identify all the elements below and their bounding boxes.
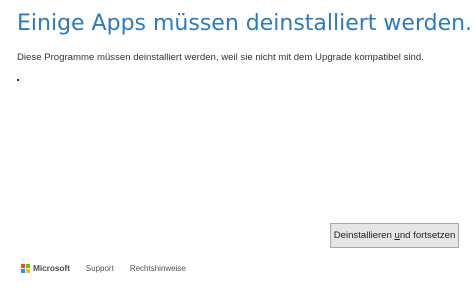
logo-square-red (21, 263, 25, 268)
bullet-icon (17, 78, 19, 81)
logo-square-yellow (26, 268, 30, 273)
legal-notices-link[interactable]: Rechtshinweise (130, 264, 186, 273)
page-title: Einige Apps müssen deinstalliert werden. (17, 11, 473, 36)
logo-square-blue (21, 268, 25, 273)
list-item (17, 72, 23, 86)
button-label-start: Deinstallieren (333, 230, 395, 241)
incompatible-app-list (17, 72, 23, 86)
brand-name: Microsoft (33, 263, 70, 273)
microsoft-logo-icon (21, 263, 30, 273)
footer: Microsoft Support Rechtshinweise (21, 262, 202, 274)
uninstall-and-continue-button[interactable]: Deinstallieren und fortsetzen (330, 223, 459, 248)
logo-square-green (26, 263, 30, 268)
button-label-end: nd fortsetzen (399, 230, 456, 241)
support-link[interactable]: Support (86, 264, 114, 273)
page-description: Diese Programme müssen deinstalliert wer… (17, 52, 424, 63)
